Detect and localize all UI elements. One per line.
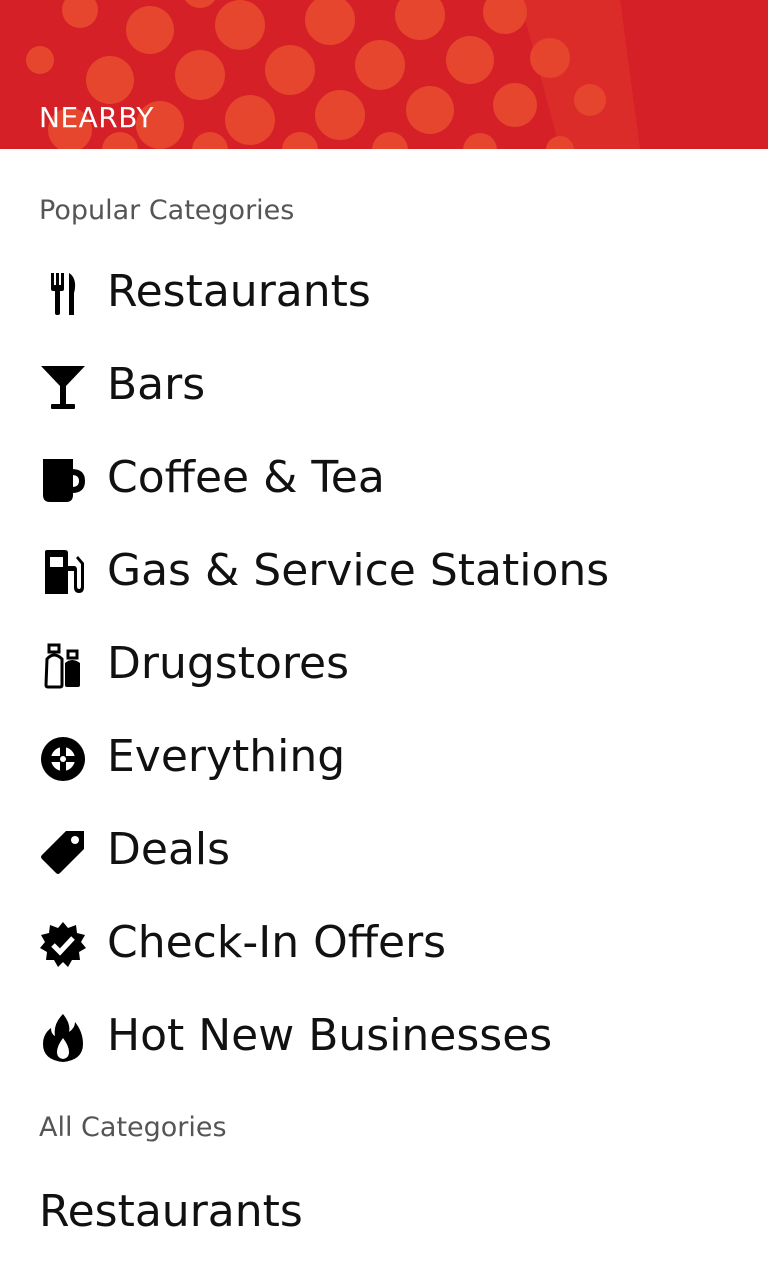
category-coffee-tea[interactable]: Coffee & Tea: [0, 441, 768, 517]
gas-pump-icon: [38, 548, 88, 598]
price-tag-icon: [38, 827, 88, 877]
category-label: Check-In Offers: [107, 917, 447, 968]
popular-categories-heading: Popular Categories: [39, 195, 295, 226]
page-title: NEARBY: [39, 101, 155, 134]
category-label: Restaurants: [39, 1186, 303, 1237]
category-label: Hot New Businesses: [107, 1010, 553, 1061]
medicine-bottles-icon: [38, 641, 88, 691]
coffee-mug-icon: [38, 455, 88, 505]
all-categories-heading: All Categories: [39, 1112, 227, 1143]
header-banner: NEARBY: [0, 0, 768, 149]
category-label: Bars: [107, 359, 206, 410]
category-restaurants[interactable]: Restaurants: [0, 255, 768, 331]
martini-glass-icon: [38, 362, 88, 412]
category-label: Gas & Service Stations: [107, 545, 610, 596]
category-drugstores[interactable]: Drugstores: [0, 627, 768, 703]
category-hot-new-businesses[interactable]: Hot New Businesses: [0, 999, 768, 1075]
category-deals[interactable]: Deals: [0, 813, 768, 889]
crosshair-circle-icon: [38, 734, 88, 784]
verified-badge-icon: [38, 920, 88, 970]
category-everything[interactable]: Everything: [0, 720, 768, 796]
category-label: Restaurants: [107, 266, 371, 317]
category-bars[interactable]: Bars: [0, 348, 768, 424]
flame-icon: [38, 1013, 88, 1063]
category-gas-service-stations[interactable]: Gas & Service Stations: [0, 534, 768, 610]
category-label: Coffee & Tea: [107, 452, 385, 503]
fork-knife-icon: [38, 269, 88, 319]
category-check-in-offers[interactable]: Check-In Offers: [0, 906, 768, 982]
category-label: Deals: [107, 824, 231, 875]
category-label: Everything: [107, 731, 346, 782]
category-label: Drugstores: [107, 638, 349, 689]
all-category-restaurants[interactable]: Restaurants: [0, 1175, 768, 1251]
